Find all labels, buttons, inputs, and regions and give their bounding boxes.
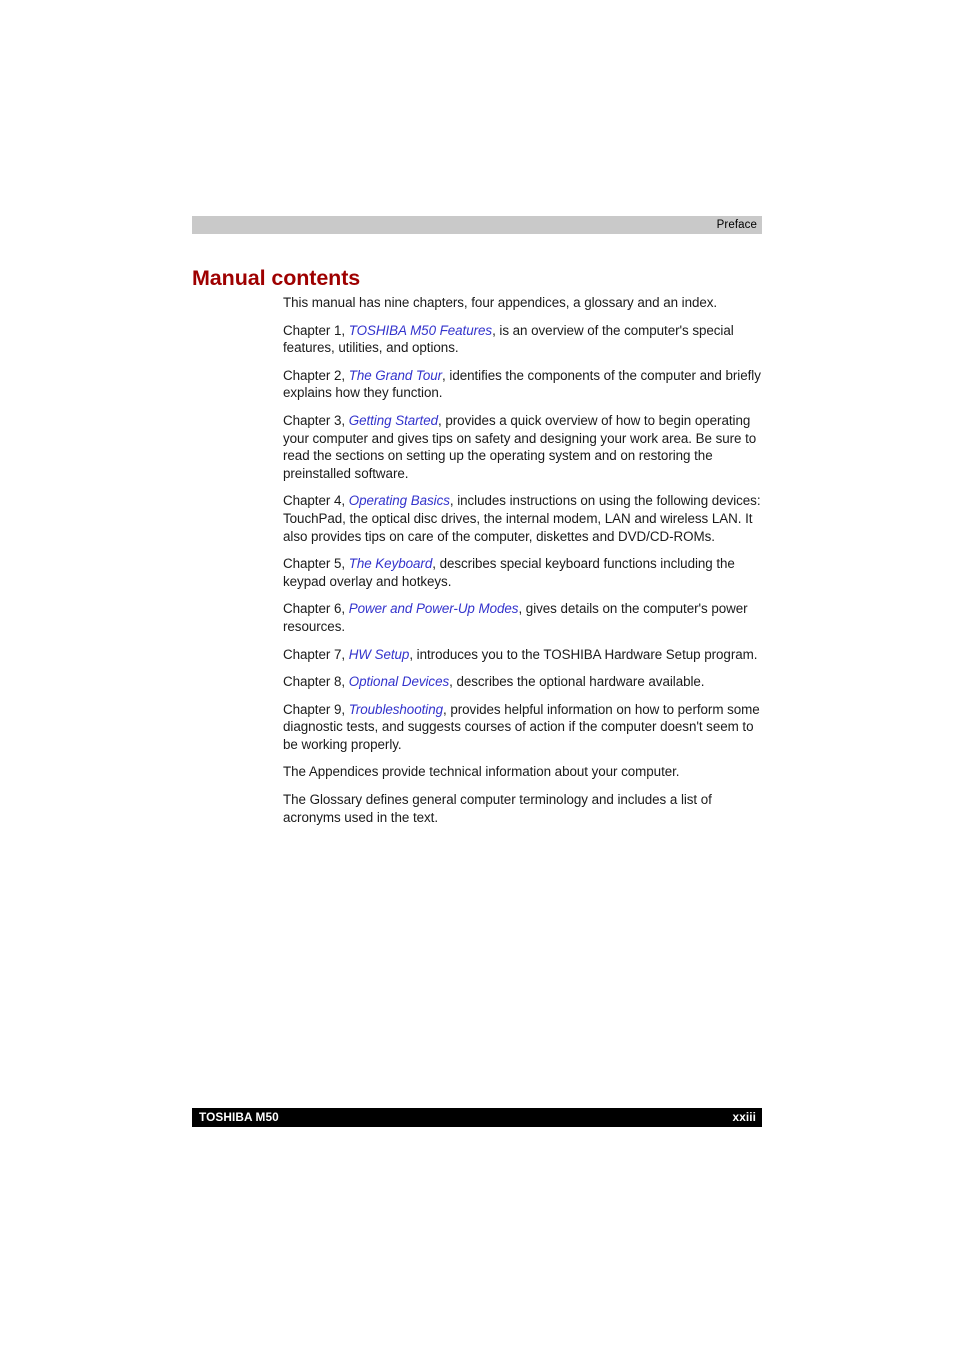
appendices-text: The Appendices provide technical informa… xyxy=(283,764,680,780)
chapter-xref-link[interactable]: The Grand Tour xyxy=(349,368,442,383)
chapter-entry-2: Chapter 2, The Grand Tour, identifies th… xyxy=(283,367,762,402)
manual-page: Preface Manual contents This manual has … xyxy=(0,0,954,1350)
chapter-entry-4: Chapter 4, Operating Basics, includes in… xyxy=(283,492,762,545)
chapter-xref-link[interactable]: Power and Power-Up Modes xyxy=(349,601,519,616)
chapter-lead: Chapter 9, xyxy=(283,701,349,717)
chapter-entry-3: Chapter 3, Getting Started, provides a q… xyxy=(283,412,762,482)
chapter-lead: Chapter 6, xyxy=(283,601,349,617)
chapter-xref-link[interactable]: Optional Devices xyxy=(349,674,449,689)
chapter-entry-8: Chapter 8, Optional Devices, describes t… xyxy=(283,673,762,691)
chapter-xref-link[interactable]: Getting Started xyxy=(349,413,438,428)
chapter-xref-link[interactable]: TOSHIBA M50 Features xyxy=(349,323,492,338)
chapter-xref-link[interactable]: Operating Basics xyxy=(349,493,450,508)
chapter-description: , describes the optional hardware availa… xyxy=(449,674,705,690)
running-header-bar: Preface xyxy=(192,216,762,234)
chapter-lead: Chapter 8, xyxy=(283,674,349,690)
chapter-entry-1: Chapter 1, TOSHIBA M50 Features, is an o… xyxy=(283,322,762,357)
running-footer-bar: TOSHIBA M50 xxiii xyxy=(192,1108,762,1127)
chapter-lead: Chapter 1, xyxy=(283,322,349,338)
intro-paragraph: This manual has nine chapters, four appe… xyxy=(283,294,762,312)
chapter-lead: Chapter 5, xyxy=(283,556,349,572)
manual-contents-body: This manual has nine chapters, four appe… xyxy=(283,294,762,826)
chapter-xref-link[interactable]: The Keyboard xyxy=(349,556,433,571)
chapter-entry-9: Chapter 9, Troubleshooting, provides hel… xyxy=(283,701,762,754)
footer-product-label: TOSHIBA M50 xyxy=(199,1110,279,1124)
intro-text: This manual has nine chapters, four appe… xyxy=(283,295,718,310)
chapter-description: , introduces you to the TOSHIBA Hardware… xyxy=(409,646,758,662)
running-header-label: Preface xyxy=(716,218,757,231)
page-title: Manual contents xyxy=(192,266,361,291)
chapter-lead: Chapter 4, xyxy=(283,493,349,509)
glossary-paragraph: The Glossary defines general computer te… xyxy=(283,791,762,826)
chapter-xref-link[interactable]: HW Setup xyxy=(349,647,410,662)
chapter-entry-6: Chapter 6, Power and Power-Up Modes, giv… xyxy=(283,600,762,635)
glossary-text: The Glossary defines general computer te… xyxy=(283,792,712,825)
chapter-xref-link[interactable]: Troubleshooting xyxy=(349,702,443,717)
chapter-lead: Chapter 2, xyxy=(283,367,349,383)
chapter-entry-7: Chapter 7, HW Setup, introduces you to t… xyxy=(283,646,762,664)
appendices-paragraph: The Appendices provide technical informa… xyxy=(283,763,762,781)
footer-page-number: xxiii xyxy=(732,1110,756,1124)
chapter-entry-5: Chapter 5, The Keyboard, describes speci… xyxy=(283,555,762,590)
chapter-lead: Chapter 7, xyxy=(283,646,349,662)
chapter-lead: Chapter 3, xyxy=(283,412,349,428)
